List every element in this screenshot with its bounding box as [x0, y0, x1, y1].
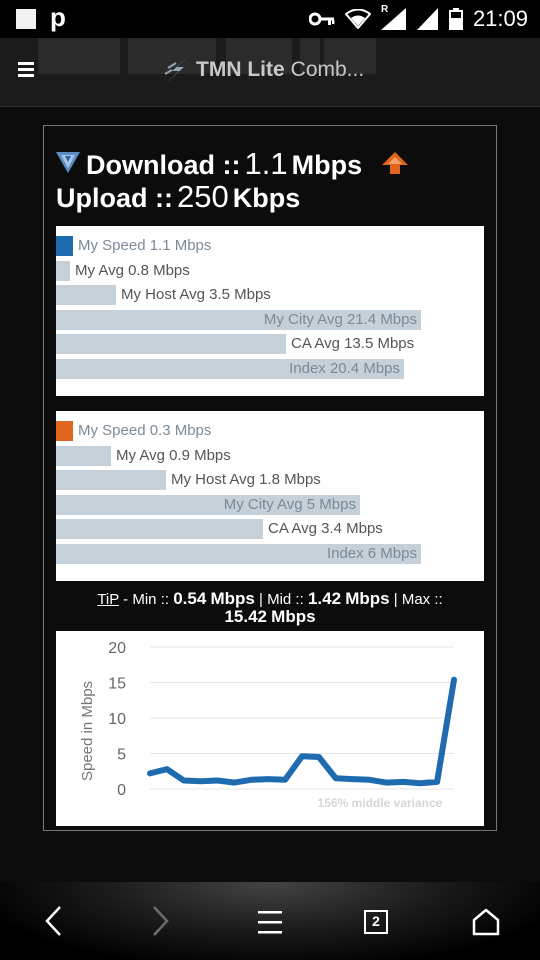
- download-bar-row: Index 20.4 Mbps: [56, 358, 484, 379]
- app-title: TMN Lite: [196, 58, 285, 81]
- upload-bar-row: Index 6 Mbps: [56, 543, 484, 564]
- upload-bar: [56, 470, 166, 490]
- download-bar-row: My Avg 0.8 Mbps: [56, 260, 484, 281]
- y-axis-label: Speed in Mbps: [79, 681, 96, 781]
- upload-bar-label: My Speed 0.3 Mbps: [78, 422, 212, 439]
- lightning-logo-icon: [164, 55, 190, 85]
- upload-my-speed-swatch: [56, 421, 73, 441]
- header-background-tab: [38, 38, 120, 74]
- y-tick-label: 5: [117, 747, 126, 764]
- speed-panel: Download :: 1.1 Mbps Upload :: 250 Kbps …: [43, 125, 497, 831]
- app-logo: TMN Lite Comb...: [162, 54, 364, 86]
- tip-min-label: - Min ::: [123, 591, 170, 608]
- variance-annotation: 156% middle variance: [318, 796, 443, 810]
- download-bar-label: CA Avg 13.5 Mbps: [291, 335, 415, 352]
- upload-comparison-chart: My Speed 0.3 Mbps My Avg 0.9 Mbps My Host …: [56, 411, 484, 581]
- y-tick-label: 20: [108, 640, 126, 657]
- forward-chevron-icon[interactable]: [150, 904, 172, 938]
- tip-mid-unit: Mbps: [345, 589, 390, 608]
- download-line: Download :: 1.1 Mbps: [56, 146, 409, 181]
- y-tick-label: 15: [108, 676, 126, 693]
- download-my-speed-swatch: [56, 236, 73, 256]
- upload-bar-row: My City Avg 5 Mbps: [56, 494, 484, 515]
- download-bar-row: CA Avg 13.5 Mbps: [56, 334, 484, 354]
- download-bar: [56, 334, 286, 354]
- back-chevron-icon[interactable]: [42, 904, 64, 938]
- tip-max-unit: Mbps: [271, 607, 316, 626]
- upload-bar-row: CA Avg 3.4 Mbps: [56, 519, 484, 539]
- download-bar-row: My Host Avg 3.5 Mbps: [56, 285, 484, 305]
- upload-bar-label: CA Avg 3.4 Mbps: [268, 520, 383, 537]
- upload-unit: Kbps: [232, 183, 301, 213]
- browser-nav-bar: 2: [0, 882, 540, 960]
- download-bar: [56, 285, 116, 305]
- tip-max-label: | Max ::: [393, 591, 443, 608]
- upload-bar-label: My Avg 0.9 Mbps: [116, 446, 231, 464]
- tip-label[interactable]: TiP: [97, 591, 119, 608]
- menu-lines-icon[interactable]: [258, 908, 282, 936]
- tip-mid-value: 1.42: [307, 589, 342, 608]
- upload-bar-row: My Host Avg 1.8 Mbps: [56, 470, 484, 490]
- upload-arrow-icon: [382, 151, 409, 174]
- tip-max-value: 15.42: [224, 607, 267, 626]
- upload-bar: [56, 519, 263, 539]
- app-bar: TMN Lite Comb...: [0, 38, 540, 107]
- speed-history-plot: 0 5 10 15 20 Speed in Mbps 156% middle varia…: [79, 640, 457, 810]
- upload-bar-label: Index 6 Mbps: [326, 544, 417, 562]
- download-value: 1.1: [244, 146, 288, 181]
- signal-secondary-icon: [416, 8, 438, 30]
- notification-square-icon: [16, 9, 36, 29]
- speed-history-chart: 0 5 10 15 20 Speed in Mbps 156% middle varia…: [56, 631, 484, 826]
- battery-icon: [448, 8, 463, 30]
- signal-roaming-label: R: [380, 4, 389, 15]
- tabs-count-icon[interactable]: 2: [364, 910, 388, 934]
- upload-label: Upload ::: [56, 183, 173, 213]
- upload-bar-row: My Speed 0.3 Mbps: [56, 421, 484, 441]
- tip-min-unit: Mbps: [210, 589, 255, 608]
- clock: 21:09: [472, 6, 528, 31]
- tip-mid-label: | Mid ::: [259, 591, 304, 608]
- download-label: Download ::: [86, 150, 241, 180]
- download-bar-label: My Speed 1.1 Mbps: [78, 237, 212, 254]
- upload-bar-label: My City Avg 5 Mbps: [223, 495, 356, 513]
- speed-series-line: [147, 676, 457, 787]
- upload-bar: [56, 445, 111, 466]
- download-arrow-icon: [56, 151, 80, 173]
- download-bar-label: My Avg 0.8 Mbps: [75, 261, 190, 279]
- download-unit: Mbps: [291, 150, 363, 180]
- upload-line: Upload :: 250 Kbps: [56, 179, 408, 214]
- upload-value: 250: [176, 179, 229, 214]
- download-bar: [56, 260, 70, 281]
- notification-app-icon: p: [50, 2, 66, 32]
- speed-summary: Download :: 1.1 Mbps Upload :: 250 Kbps: [56, 146, 409, 214]
- download-bar-label: My City Avg 21.4 Mbps: [263, 310, 417, 328]
- download-bar-label: Index 20.4 Mbps: [289, 359, 400, 377]
- key-icon: [308, 12, 335, 26]
- y-tick-label: 0: [117, 782, 126, 799]
- download-comparison-chart: My Speed 1.1 Mbps My Avg 0.8 Mbps My Host …: [56, 226, 484, 396]
- upload-bar-label: My Host Avg 1.8 Mbps: [171, 471, 321, 488]
- y-tick-label: 10: [108, 711, 126, 728]
- tip-min-value: 0.54: [173, 589, 207, 608]
- signal-icon: R: [380, 4, 407, 30]
- download-bar-row: My Speed 1.1 Mbps: [56, 236, 484, 256]
- download-bar-label: My Host Avg 3.5 Mbps: [121, 286, 271, 303]
- app-subtitle: Comb...: [290, 58, 365, 81]
- home-icon[interactable]: [472, 908, 500, 936]
- upload-bar-row: My Avg 0.9 Mbps: [56, 445, 484, 466]
- tabs-count: 2: [372, 913, 380, 929]
- wifi-icon: [344, 9, 371, 29]
- download-bar-row: My City Avg 21.4 Mbps: [56, 309, 484, 330]
- tip-stats: TiP - Min :: 0.54 Mbps | Mid :: 1.42 Mbp…: [44, 590, 496, 626]
- menu-icon[interactable]: [18, 62, 34, 77]
- status-bar: p R 21:09: [0, 0, 540, 38]
